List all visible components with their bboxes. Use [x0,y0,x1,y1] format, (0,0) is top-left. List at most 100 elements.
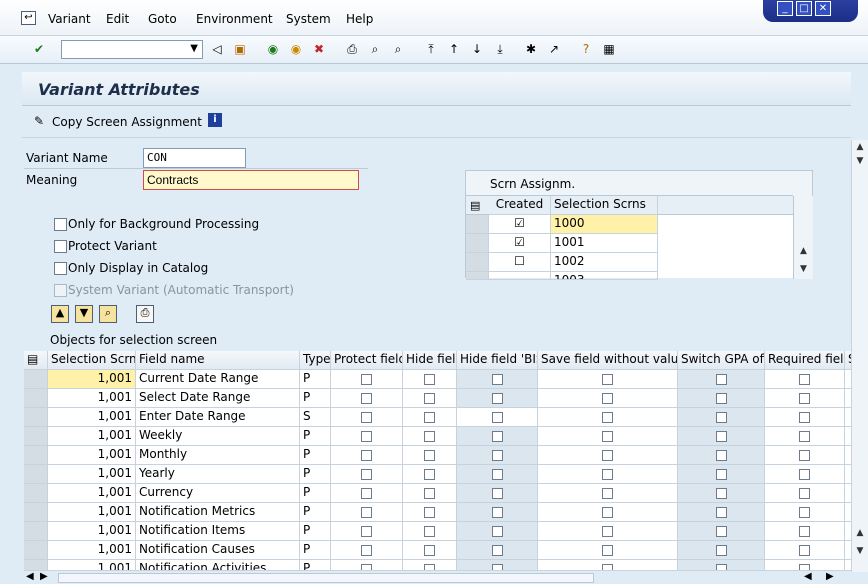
maximize-button[interactable]: □ [796,1,812,16]
unchecked-icon[interactable] [491,393,503,404]
checkbox-cell[interactable] [457,522,538,541]
unchecked-icon[interactable] [424,488,435,499]
meaning-field[interactable]: Contracts [143,170,359,190]
checkbox-cell[interactable] [457,446,538,465]
unchecked-icon[interactable] [361,469,372,480]
checkbox-cell[interactable] [457,408,538,427]
checkbox-cell[interactable] [331,503,403,522]
unchecked-icon[interactable] [715,545,727,556]
unchecked-icon[interactable] [602,374,613,385]
unchecked-icon[interactable] [602,431,613,442]
unchecked-icon[interactable] [715,374,727,385]
unchecked-icon[interactable] [424,507,435,518]
unchecked-icon[interactable] [491,450,503,461]
unchecked-icon[interactable] [799,374,810,385]
info-icon[interactable]: i [208,113,222,127]
col-protect-field[interactable]: Protect field [331,351,403,370]
select-all-icon[interactable]: ▤ [470,199,480,212]
row-selector[interactable] [24,503,48,522]
checkbox-cell[interactable] [403,427,457,446]
selection-screen-cell[interactable]: 1,001 [48,484,136,503]
print-icon[interactable]: ⎙ [344,41,360,57]
unchecked-icon[interactable] [361,431,372,442]
checkbox-cell[interactable] [331,446,403,465]
col-hide-field[interactable]: Hide field [403,351,457,370]
menu-icon[interactable]: ↩ [21,11,36,25]
selection-screen-cell[interactable]: 1,001 [48,370,136,389]
checkbox-cell[interactable] [765,503,845,522]
checkbox-cell[interactable] [331,389,403,408]
unchecked-icon[interactable] [361,545,372,556]
unchecked-icon[interactable] [602,507,613,518]
unchecked-icon[interactable] [799,545,810,556]
unchecked-icon[interactable] [715,469,727,480]
checkbox-cell[interactable] [403,503,457,522]
next-page-icon[interactable]: ↓ [469,41,485,57]
scroll-down-icon[interactable]: ▼ [852,544,868,558]
unchecked-icon[interactable] [602,450,613,461]
checkbox-cell[interactable] [678,370,765,389]
find-next-icon[interactable]: ⌕ [390,41,406,57]
unchecked-icon[interactable] [799,488,810,499]
row-selector[interactable] [466,234,489,253]
unchecked-icon[interactable] [424,545,435,556]
checkbox-cell[interactable] [403,522,457,541]
checkbox-cell[interactable] [331,465,403,484]
unchecked-icon[interactable] [361,393,372,404]
select-all-icon[interactable]: ▤ [24,351,48,370]
selection-screen-cell[interactable]: 1,001 [48,522,136,541]
checkbox-cell[interactable] [678,389,765,408]
menu-help[interactable]: Help [346,12,373,26]
checkbox-cell[interactable] [678,446,765,465]
background-processing-checkbox[interactable] [54,218,67,231]
unchecked-icon[interactable] [602,526,613,537]
unchecked-icon[interactable] [799,431,810,442]
selection-screen-cell[interactable]: 1,001 [48,408,136,427]
help-icon[interactable]: ? [578,41,594,57]
unchecked-icon[interactable] [424,393,435,404]
checkbox-cell[interactable] [457,484,538,503]
col-selection-screens[interactable]: Selection Scrns [48,351,136,370]
unchecked-icon[interactable] [491,431,503,442]
scroll-left-icon[interactable]: ◀ [26,571,34,582]
checkbox-cell[interactable] [538,465,678,484]
checkbox-cell[interactable] [331,427,403,446]
unchecked-icon[interactable] [491,545,503,556]
print-list-icon[interactable]: ⎙ [136,305,154,323]
unchecked-icon[interactable] [602,545,613,556]
scroll-up-icon[interactable]: ▲ [794,244,813,258]
display-catalog-checkbox[interactable] [54,262,67,275]
checkbox-cell[interactable] [678,484,765,503]
col-switch-gpa[interactable]: Switch GPA off [678,351,765,370]
horizontal-scroll-thumb[interactable] [58,573,594,583]
row-selector[interactable] [24,446,48,465]
checkbox-cell[interactable] [331,484,403,503]
checkbox-cell[interactable] [331,560,403,570]
checkbox-cell[interactable] [457,560,538,570]
menu-goto[interactable]: Goto [148,12,177,26]
row-selector[interactable] [24,427,48,446]
unchecked-icon[interactable] [424,412,435,423]
menu-system[interactable]: System [286,12,331,26]
row-selector[interactable] [24,484,48,503]
checkbox-cell[interactable] [331,541,403,560]
checkbox-cell[interactable] [403,541,457,560]
close-window-button[interactable]: ✕ [815,1,831,16]
row-selector[interactable] [24,370,48,389]
checkbox-cell[interactable] [403,560,457,570]
selection-screen-cell[interactable]: 1,001 [48,427,136,446]
scroll-down-icon[interactable]: ▼ [794,262,813,276]
checkbox-cell[interactable] [538,389,678,408]
screen-cell[interactable]: 1002 [551,253,658,272]
unchecked-icon[interactable] [424,450,435,461]
scroll-down-icon[interactable]: ▼ [852,154,868,168]
row-selector[interactable] [466,272,489,280]
unchecked-icon[interactable] [799,412,810,423]
checkbox-cell[interactable] [403,370,457,389]
col-save-field[interactable]: Save field without values [538,351,678,370]
checkbox-cell[interactable] [403,465,457,484]
unchecked-icon[interactable] [424,469,435,480]
exit-icon[interactable]: ◉ [288,41,304,57]
checkbox-cell[interactable] [538,446,678,465]
checkbox-cell[interactable] [403,408,457,427]
